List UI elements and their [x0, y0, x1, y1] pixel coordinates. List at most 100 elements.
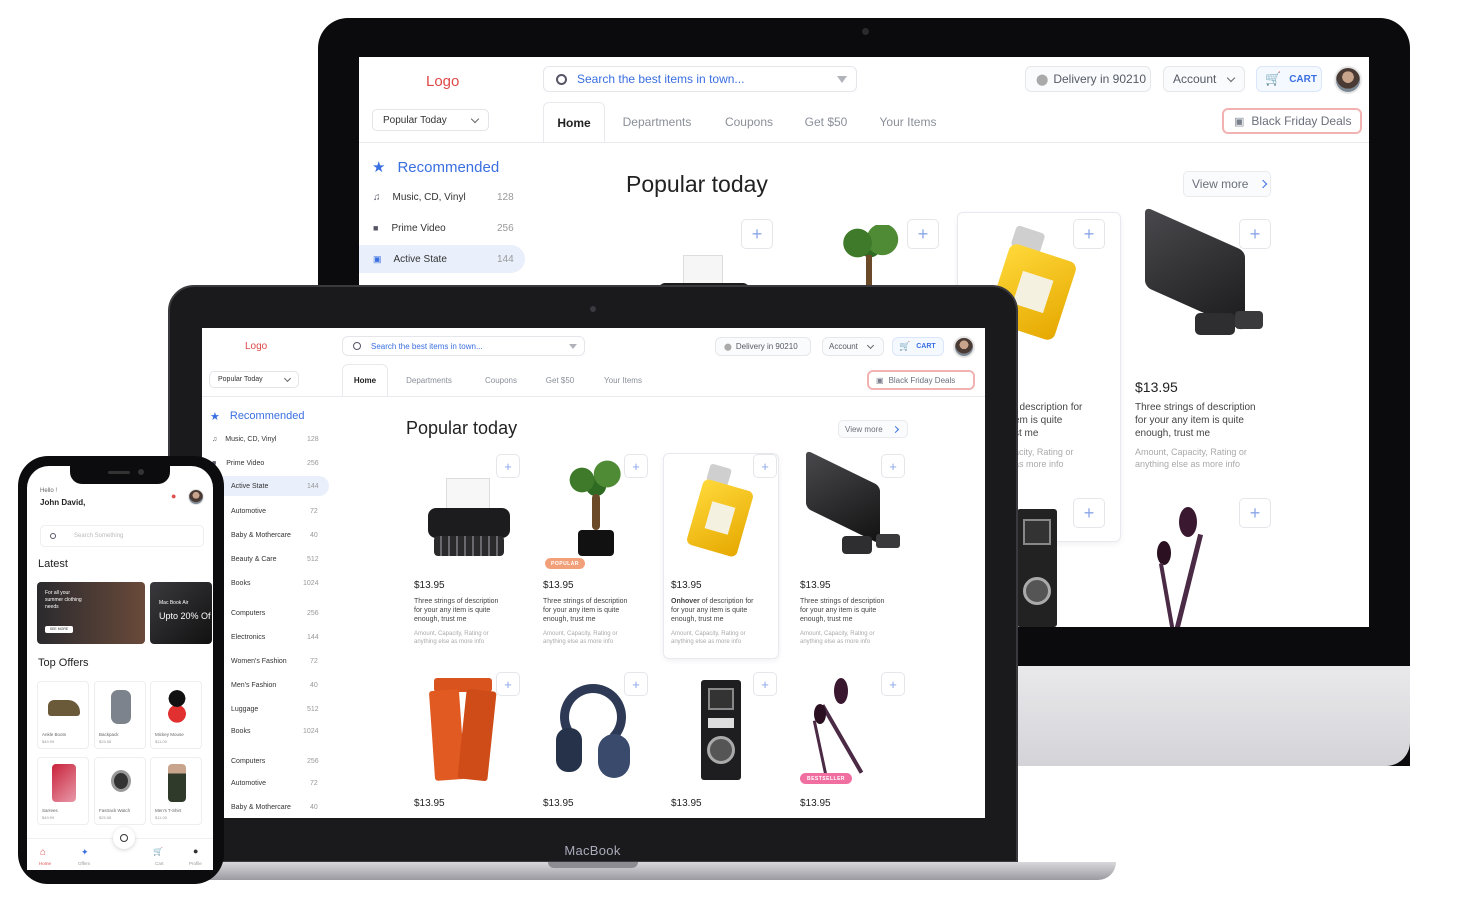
chevron-down-icon [1227, 73, 1236, 82]
offer-card[interactable]: Fastrack Watch $25.58 [94, 757, 146, 825]
add-button[interactable]: + [907, 219, 939, 249]
tab-get-50[interactable]: Get $50 [789, 102, 863, 142]
typewriter-image [428, 478, 510, 562]
product-description: Three strings of description for your any… [800, 598, 885, 624]
avatar[interactable] [1334, 66, 1362, 94]
cart-button[interactable]: 🛒 CART [1256, 66, 1322, 92]
tab-get-50[interactable]: Get $50 [532, 364, 588, 396]
music-note-icon: ♫ [373, 191, 381, 203]
tab-home[interactable]: Home [342, 364, 388, 396]
chevron-right-icon [1259, 179, 1268, 189]
add-button[interactable]: + [753, 672, 777, 696]
offer-card[interactable]: Backpack $25.58 [94, 681, 146, 749]
profile-icon[interactable]: ● [193, 846, 198, 856]
filter-icon[interactable] [837, 76, 847, 83]
view-more-button[interactable]: View more [838, 420, 908, 438]
cart-icon: 🛒 [899, 341, 911, 351]
view-more-button[interactable]: View more [1183, 171, 1271, 197]
account-menu[interactable]: Account [822, 337, 884, 356]
cart-icon: 🛒 [1265, 71, 1282, 86]
sidebar-item-active-state[interactable]: ▣ Active State 144 [359, 245, 525, 273]
filter-icon[interactable] [569, 344, 577, 349]
avatar[interactable] [953, 336, 975, 358]
laptop-brand: MacBook [564, 843, 621, 858]
add-button[interactable]: + [741, 219, 773, 249]
add-button[interactable]: + [624, 454, 648, 478]
phone-search-input[interactable]: Search Something [40, 525, 204, 547]
phone-notch [70, 466, 170, 484]
black-friday-deals-button[interactable]: ▣ Black Friday Deals [1222, 108, 1362, 134]
search-input[interactable]: Search the best items in town... [577, 72, 744, 86]
product-meta: Amount, Capacity, Rating or anything else… [414, 631, 489, 645]
laptop-camera [590, 306, 596, 312]
see-more-button[interactable]: SEE MORE [45, 626, 73, 633]
makeup-brush-image [1149, 507, 1259, 627]
sidebar-item-music[interactable]: ♫ Music, CD, Vinyl 128 [202, 432, 330, 446]
tab-coupons[interactable]: Coupons [709, 102, 789, 142]
product-description: Three strings of description for your an… [1135, 402, 1256, 439]
offer-card[interactable]: Ankle Boots $49.99 [37, 681, 89, 749]
offer-card[interactable]: Mickey Mouse $11.00 [150, 681, 202, 749]
tab-departments[interactable]: Departments [388, 364, 470, 396]
tab-home[interactable]: Home [543, 102, 605, 142]
home-icon[interactable]: ⌂ [40, 847, 46, 858]
add-button[interactable]: + [1073, 498, 1105, 528]
product-meta: Amount, Capacity, Rating or anything else… [543, 631, 618, 645]
offer-card[interactable]: Sarrees $49.99 [37, 757, 89, 825]
account-menu[interactable]: Account [1163, 66, 1245, 92]
logo[interactable]: Logo [426, 73, 459, 90]
popular-today-dropdown[interactable]: Popular Today [209, 371, 299, 388]
product-meta: Amount, Capacity, Rating or anything else… [671, 631, 746, 645]
chevron-right-icon [891, 425, 899, 433]
product-meta: acity, Rating or as more info [1014, 447, 1074, 469]
top-offers-heading: Top Offers [38, 657, 89, 669]
search-input[interactable]: Search the best items in town... [371, 342, 483, 351]
notification-bell-icon[interactable]: ● [171, 491, 176, 501]
cart-icon[interactable]: 🛒 [153, 847, 163, 856]
camera-image [1017, 509, 1057, 627]
popular-today-dropdown[interactable]: Popular Today [372, 109, 489, 131]
tab-departments[interactable]: Departments [605, 102, 709, 142]
laptop-image [1135, 206, 1275, 349]
delivery-location[interactable]: ⬤ Delivery in 90210 [715, 337, 811, 356]
imac-camera [862, 28, 869, 35]
device-mockup-stage: Logo Search the best items in town... ⬤ … [0, 0, 1478, 900]
search-icon [556, 73, 567, 85]
black-friday-deals-button[interactable]: ▣ Black Friday Deals [867, 370, 975, 390]
search-icon [353, 342, 361, 350]
add-button[interactable]: + [496, 454, 520, 478]
nav-tabs: Home Departments Coupons Get $50 Your It… [342, 364, 658, 396]
bag-icon: ▣ [1234, 115, 1245, 128]
summer-clothing-banner[interactable]: For all your summer clothing needs SEE M… [37, 582, 145, 644]
offers-icon[interactable]: ✦ [81, 847, 89, 858]
add-button[interactable]: + [496, 672, 520, 696]
sidebar-item-music[interactable]: ♫ Music, CD, Vinyl 128 [359, 187, 524, 207]
macbook-banner[interactable]: Mac Book Air Upto 20% Of [150, 582, 212, 644]
phone-search-fab[interactable] [113, 827, 135, 849]
sidebar-item-prime-video[interactable]: ■ Prime Video 256 [359, 218, 524, 238]
product-price: $13.95 [671, 580, 702, 591]
tab-your-items[interactable]: Your Items [588, 364, 658, 396]
product-price: $13.95 [800, 798, 831, 809]
offer-card[interactable]: Men's T-Shirt $11.00 [150, 757, 202, 825]
sidebar-item-prime-video[interactable]: ■ Prime Video 256 [202, 456, 330, 470]
search-bar[interactable]: Search the best items in town... [543, 66, 857, 92]
product-price: $13.95 [543, 798, 574, 809]
tab-your-items[interactable]: Your Items [863, 102, 953, 142]
phone-avatar[interactable] [188, 489, 204, 505]
product-price: $13.95 [414, 798, 445, 809]
add-button[interactable]: + [753, 454, 777, 478]
bestseller-badge: BESTSELLER [800, 773, 852, 784]
product-price: $13.95 [671, 798, 702, 809]
pants-image [428, 678, 498, 782]
delivery-location[interactable]: ⬤ Delivery in 90210 [1025, 66, 1151, 92]
section-title: Popular today [406, 418, 518, 438]
boots-image [48, 700, 80, 716]
bonsai-image [568, 460, 624, 562]
logo[interactable]: Logo [245, 341, 267, 352]
search-bar[interactable]: Search the best items in town... [342, 336, 585, 356]
video-icon: ■ [373, 223, 379, 233]
cart-button[interactable]: 🛒 CART [892, 337, 944, 356]
tab-coupons[interactable]: Coupons [470, 364, 532, 396]
chevron-down-icon [866, 341, 874, 349]
